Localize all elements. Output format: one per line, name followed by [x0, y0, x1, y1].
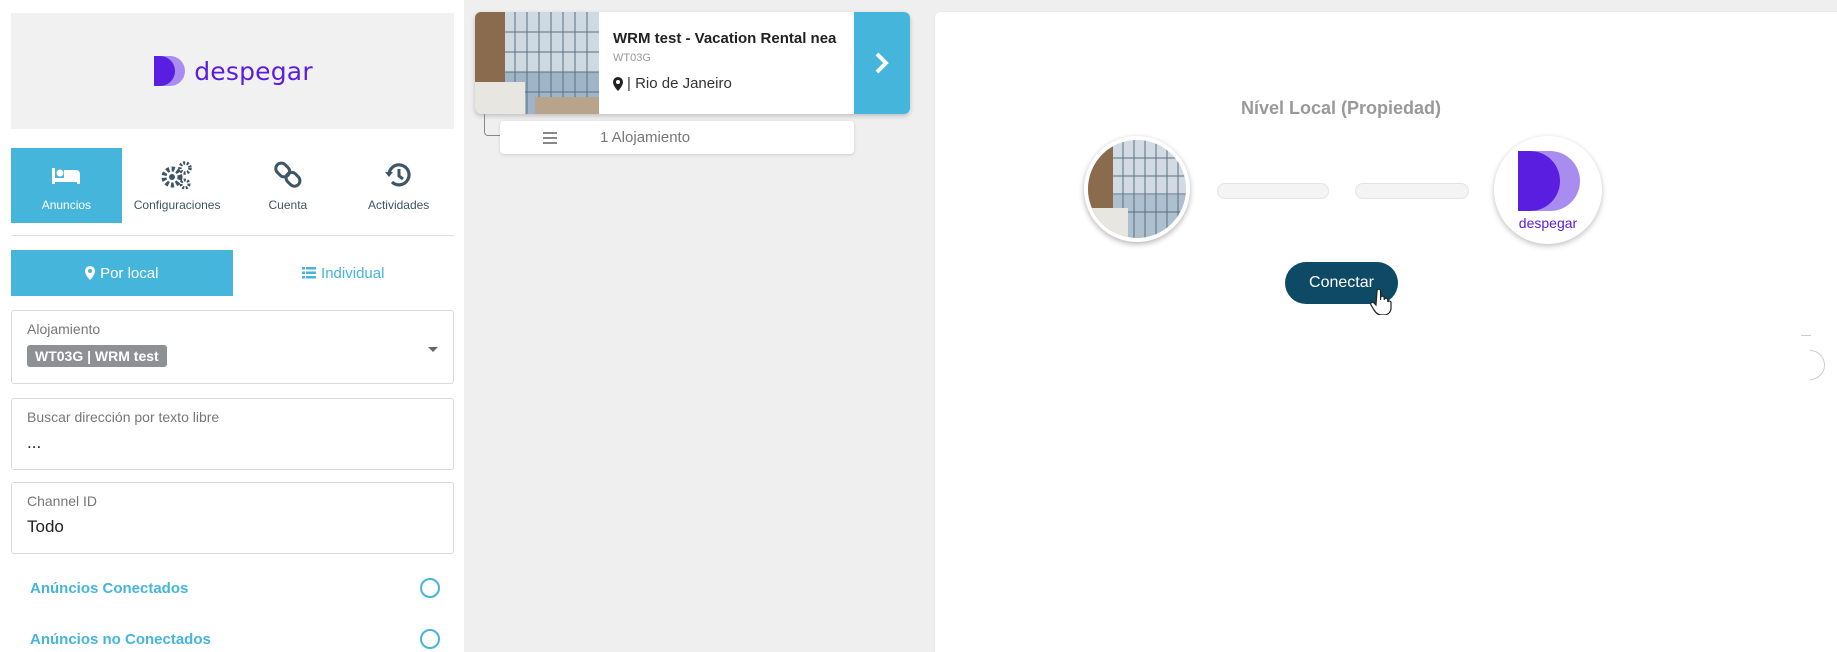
- search-address-label: Buscar dirección por texto libre: [27, 409, 220, 425]
- individual-button[interactable]: Individual: [232, 250, 454, 296]
- history-icon: [384, 162, 411, 186]
- despegar-logo-icon: [1518, 151, 1580, 211]
- connection-panel: Nível Local (Propiedad) despegar Conecta…: [935, 12, 1837, 652]
- connected-radio[interactable]: [420, 578, 440, 598]
- nav-item-configuraciones[interactable]: Configuraciones: [122, 148, 233, 223]
- filter-not-connected[interactable]: Anúncios no Conectados: [30, 629, 440, 649]
- listing-info: WRM test - Vacation Rental nea WT03G | R…: [599, 12, 854, 114]
- por-local-label: Por local: [100, 264, 159, 282]
- nav-label: Cuenta: [268, 197, 308, 212]
- brand-logo: despegar: [11, 13, 454, 129]
- listing-card[interactable]: WRM test - Vacation Rental nea WT03G | R…: [475, 12, 910, 114]
- scroll-handle[interactable]: [1810, 350, 1825, 380]
- por-local-button[interactable]: Por local: [11, 250, 233, 296]
- listing-title: WRM test - Vacation Rental nea: [613, 30, 837, 47]
- map-marker-icon: [613, 76, 623, 91]
- listing-location-text: | Rio de Janeiro: [627, 75, 732, 92]
- search-address-field[interactable]: Buscar dirección por texto libre ...: [11, 398, 454, 470]
- sidebar: despegar Anuncios Configuraciones Cuenta…: [0, 0, 464, 652]
- nav-item-anuncios[interactable]: Anuncios: [11, 148, 122, 223]
- listing-photo: [475, 12, 599, 114]
- nav-item-cuenta[interactable]: Cuenta: [233, 148, 344, 223]
- partner-logo-text: despegar: [1518, 215, 1578, 231]
- channel-id-field[interactable]: Channel ID Todo: [11, 482, 454, 554]
- chevron-right-icon: [875, 52, 889, 74]
- divider: [11, 235, 454, 236]
- menu-icon[interactable]: [500, 131, 600, 144]
- open-listing-button[interactable]: [854, 12, 910, 114]
- alojamiento-chip[interactable]: WT03G | WRM test: [27, 345, 167, 367]
- view-toggle: Por local Individual: [11, 250, 454, 296]
- map-marker-icon: [85, 266, 96, 280]
- brand-name: despegar: [194, 56, 313, 86]
- sub-listing-label: 1 Alojamiento: [600, 129, 691, 146]
- alojamiento-select[interactable]: Alojamiento WT03G | WRM test: [11, 310, 454, 384]
- connected-label: Anúncios Conectados: [30, 579, 189, 597]
- connection-bar-right: [1355, 183, 1469, 199]
- filter-connected[interactable]: Anúncios Conectados: [30, 578, 440, 598]
- bed-icon: [52, 167, 81, 184]
- despegar-logo-icon: [154, 56, 186, 86]
- nav-label: Actividades: [367, 197, 430, 212]
- listing-code: WT03G: [613, 52, 651, 64]
- channel-id-label: Channel ID: [27, 493, 98, 509]
- hand-cursor-icon: [1370, 289, 1392, 315]
- divider: [1801, 335, 1811, 336]
- list-icon: [302, 267, 317, 279]
- alojamiento-label: Alojamiento: [27, 321, 101, 337]
- property-avatar: [1084, 136, 1190, 242]
- main-nav: Anuncios Configuraciones Cuenta Activida…: [11, 148, 454, 223]
- nav-label: Anuncios: [41, 197, 92, 212]
- listing-location: | Rio de Janeiro: [613, 75, 840, 92]
- partner-logo: despegar: [1494, 136, 1602, 244]
- level-title: Nível Local (Propiedad): [1240, 98, 1442, 118]
- channel-id-value[interactable]: Todo: [27, 517, 438, 537]
- not-connected-label: Anúncios no Conectados: [30, 630, 211, 648]
- link-icon: [274, 161, 302, 188]
- nav-item-actividades[interactable]: Actividades: [343, 148, 454, 223]
- sub-listing-item[interactable]: 1 Alojamiento: [500, 121, 854, 154]
- not-connected-radio[interactable]: [420, 629, 440, 649]
- tree-connector: [484, 114, 500, 136]
- connection-bar-left: [1217, 183, 1329, 199]
- search-address-value[interactable]: ...: [27, 433, 438, 453]
- chevron-down-icon[interactable]: [428, 347, 438, 352]
- individual-label: Individual: [321, 264, 385, 282]
- gears-icon: [161, 160, 192, 189]
- nav-label: Configuraciones: [133, 197, 221, 212]
